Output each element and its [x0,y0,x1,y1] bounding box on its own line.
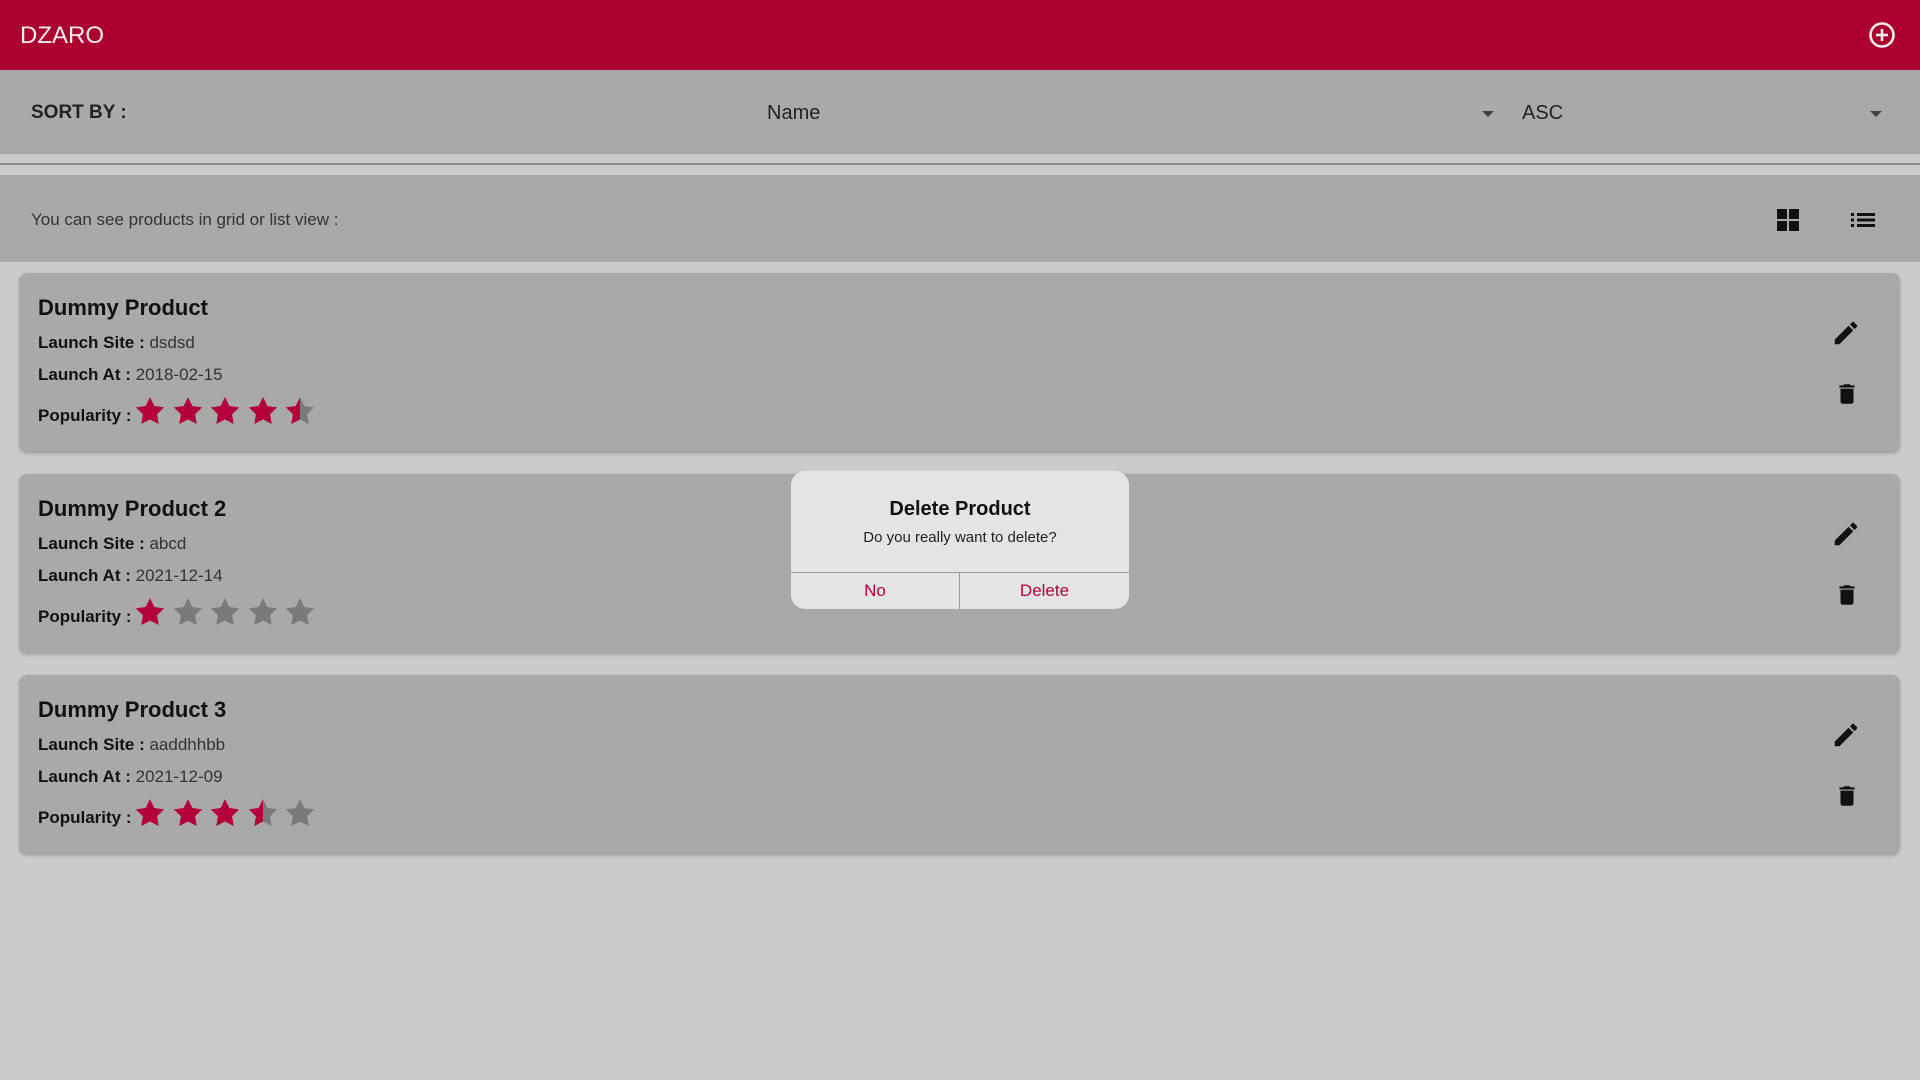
delete-dialog: Delete Product Do you really want to del… [791,471,1129,609]
star-empty-icon [248,598,277,626]
popularity-label: Popularity : [38,808,132,827]
edit-icon[interactable] [1831,519,1861,549]
launch-at-value: 2021-12-14 [135,566,223,585]
star-filled-icon [248,397,277,425]
launch-at-row: Launch At : 2021-12-09 [38,767,223,787]
star-empty-icon [210,598,240,626]
view-toggle-bar: You can see products in grid or list vie… [0,175,1920,262]
star-empty-icon [285,598,315,626]
star-half-icon [248,799,277,827]
sort-bar: SORT BY : Name ASC [0,70,1920,154]
star-filled-icon [135,397,165,425]
launch-site-row: Launch Site : abcd [38,534,186,554]
sort-field-value: Name [767,102,821,124]
dialog-title: Delete Product [889,498,1031,520]
product-card: Dummy Product Launch Site : dsdsd Launch… [19,273,1900,453]
dialog-delete-button[interactable]: Delete [960,573,1129,609]
star-empty-icon [285,799,315,827]
delete-icon[interactable] [1834,379,1860,409]
delete-icon[interactable] [1834,580,1860,610]
launch-site-value: aaddhhbb [149,735,226,754]
sort-field-select[interactable]: Name [767,90,1494,134]
launch-site-value: dsdsd [149,333,195,352]
add-circle-icon[interactable] [1866,19,1898,51]
edit-icon[interactable] [1831,720,1861,750]
launch-at-value: 2021-12-09 [135,767,223,786]
star-filled-icon [210,799,240,827]
launch-site-row: Launch Site : aaddhhbb [38,735,225,755]
launch-at-label: Launch At : [38,566,131,585]
chevron-down-icon [1870,111,1882,117]
divider [0,163,1920,165]
sort-order-value: ASC [1522,102,1564,124]
launch-site-label: Launch Site : [38,333,145,352]
popularity-row: Popularity : [38,406,132,426]
launch-site-value: abcd [149,534,187,553]
delete-icon[interactable] [1834,781,1860,811]
star-filled-icon [173,397,202,425]
star-filled-icon [210,397,240,425]
launch-at-label: Launch At : [38,365,131,384]
product-card: Dummy Product 3 Launch Site : aaddhhbb L… [19,675,1900,855]
dialog-message: Do you really want to delete? [863,529,1057,546]
star-filled-icon [135,799,165,827]
launch-site-label: Launch Site : [38,735,145,754]
brand-title: DZARO [20,22,104,49]
sort-order-select[interactable]: ASC [1522,90,1882,134]
chevron-down-icon [1482,111,1494,117]
star-empty-icon [173,598,202,626]
edit-icon[interactable] [1831,318,1861,348]
view-hint-text: You can see products in grid or list vie… [31,210,339,229]
star-filled-icon [173,799,202,827]
popularity-row: Popularity : [38,808,132,828]
launch-at-row: Launch At : 2021-12-14 [38,566,223,586]
popularity-row: Popularity : [38,607,132,627]
launch-at-label: Launch At : [38,767,131,786]
product-name: Dummy Product 3 [38,697,227,722]
launch-at-value: 2018-02-15 [135,365,223,384]
sort-by-label: SORT BY : [31,102,127,123]
dialog-no-button[interactable]: No [791,573,959,609]
launch-site-label: Launch Site : [38,534,145,553]
grid-view-icon[interactable] [1775,207,1801,233]
launch-site-row: Launch Site : dsdsd [38,333,195,353]
popularity-label: Popularity : [38,406,132,425]
popularity-label: Popularity : [38,607,132,626]
star-half-icon [285,397,315,425]
list-view-icon[interactable] [1849,207,1877,233]
product-name: Dummy Product [38,295,208,320]
star-filled-icon [135,598,165,626]
app-bar: DZARO [0,0,1920,70]
launch-at-row: Launch At : 2018-02-15 [38,365,223,385]
product-name: Dummy Product 2 [38,496,227,521]
